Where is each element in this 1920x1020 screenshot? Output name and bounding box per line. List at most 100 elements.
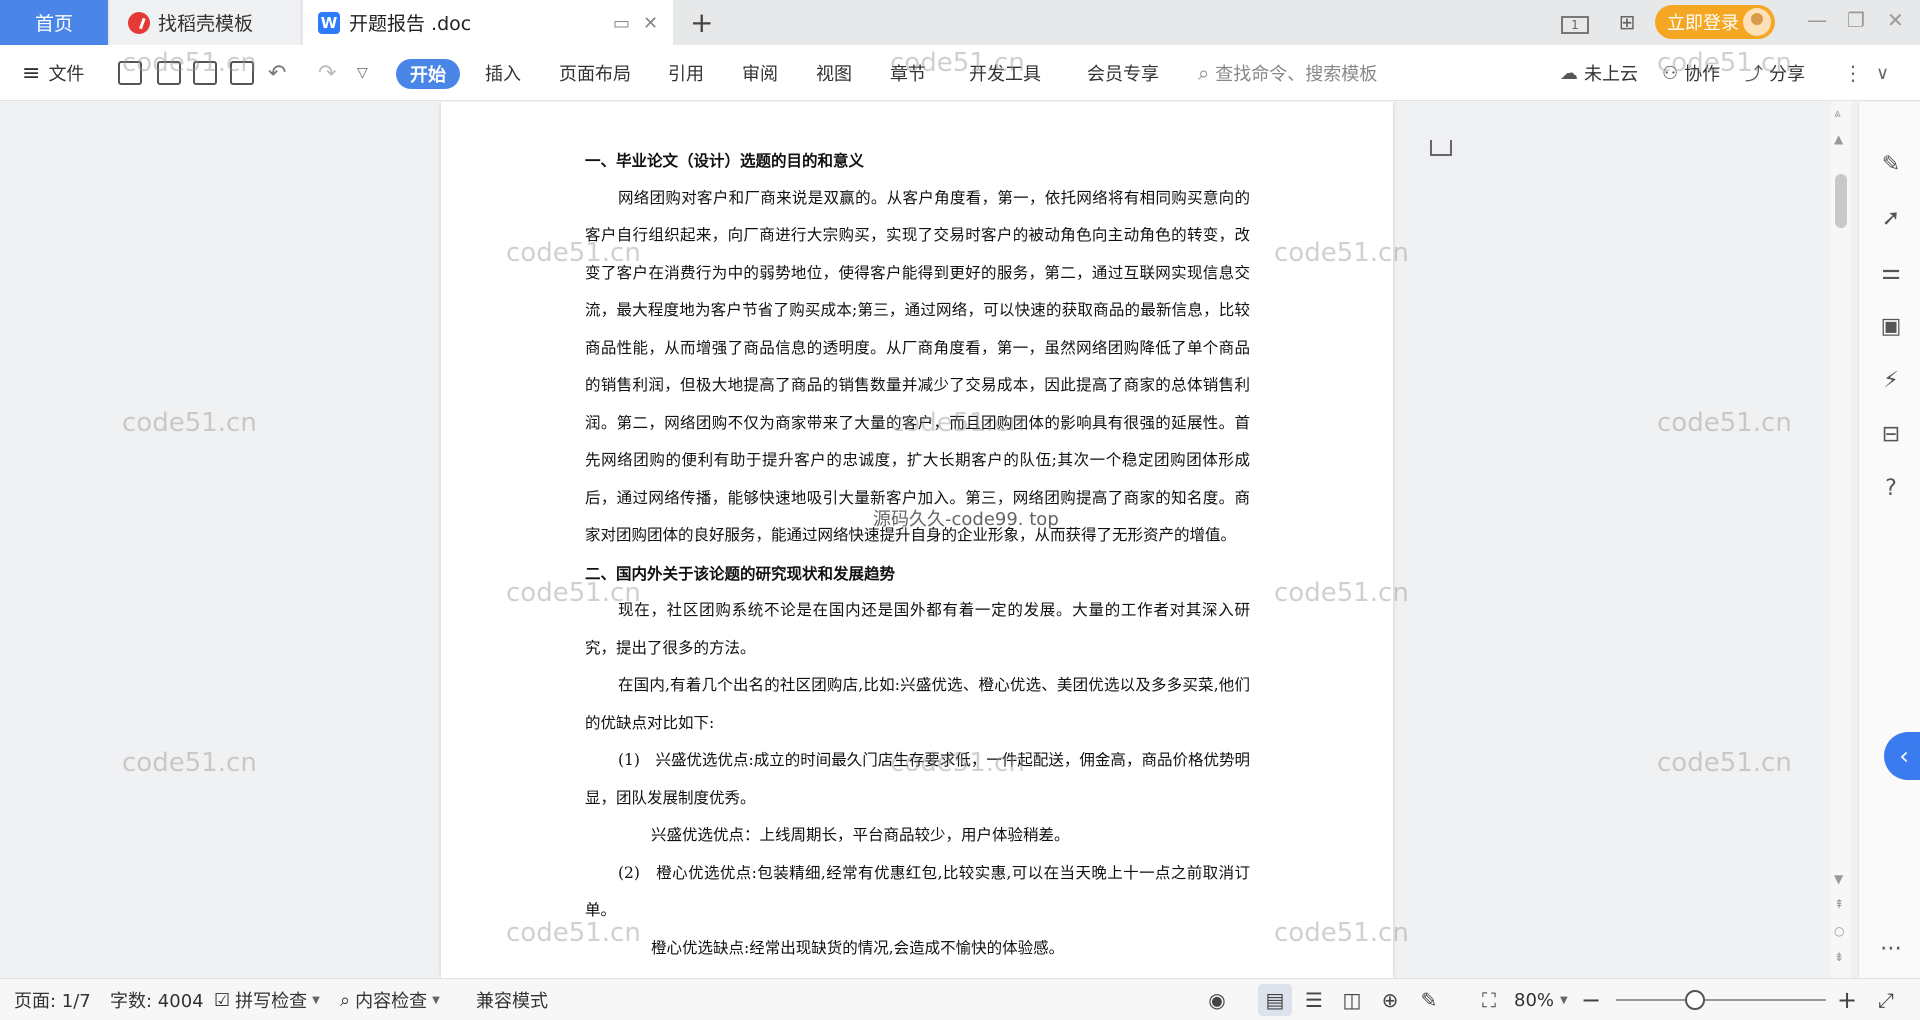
eye-protection-icon[interactable]: ◉ [1206, 989, 1228, 1011]
file-menu[interactable]: ≡ 文件 [22, 45, 84, 101]
scroll-thumb[interactable] [1835, 174, 1847, 228]
chevron-down-icon: ▼ [312, 994, 320, 1006]
collapse-ribbon-icon[interactable]: ∨ [1876, 45, 1889, 101]
ribbon-toolbar: ≡ 文件 ↶ ↷ ▽ 开始 插入 页面布局 引用 审阅 视图 章节 开发工具 会… [0, 45, 1920, 101]
select-pointer-icon[interactable]: ➚ [1878, 206, 1904, 232]
scroll-down-icon[interactable]: ▼ [1834, 872, 1843, 886]
list-item: (1) 兴盛优选优点:成立的时间最久门店生存要求低，一件起配送，佣金高，商品价格… [585, 751, 1250, 807]
zoom-in-icon[interactable]: + [1836, 988, 1858, 1012]
save-icon[interactable] [118, 61, 142, 85]
restore-icon[interactable]: ❐ [1847, 8, 1865, 32]
book-search-icon[interactable]: ⊟ [1878, 422, 1904, 448]
help-icon[interactable]: ? [1878, 476, 1904, 502]
redo-icon[interactable]: ↷ [318, 45, 336, 101]
tab-document-label: 开题报告 .doc [349, 13, 472, 35]
command-search-placeholder: 查找命令、搜索模板 [1215, 64, 1378, 85]
tab-home[interactable]: 首页 [0, 0, 108, 45]
zoom-out-icon[interactable]: − [1580, 988, 1602, 1012]
save-as-icon[interactable] [157, 61, 181, 85]
tab-page-layout[interactable]: 页面布局 [559, 45, 631, 101]
cloud-status[interactable]: ☁ 未上云 [1560, 45, 1638, 101]
paragraph-domestic: 在国内,有着几个出名的社区团购店,比如:兴盛优选、橙心优选、美团优选以及多多买菜… [585, 676, 1250, 732]
tab-document[interactable]: W 开题报告 .doc ▭ ✕ [303, 0, 673, 45]
tab-member[interactable]: 会员专享 [1087, 45, 1159, 101]
tab-chapter[interactable]: 章节 [890, 45, 926, 101]
adjust-sliders-icon[interactable]: ⚌ [1878, 260, 1904, 286]
tab-daoke-templates[interactable]: 找稻壳模板 [110, 0, 300, 45]
zoom-level[interactable]: 80% ▼ [1514, 979, 1568, 1020]
page-view-icon[interactable]: 1 [1560, 10, 1590, 34]
close-window-icon[interactable]: ✕ [1887, 8, 1904, 32]
tab-insert[interactable]: 插入 [485, 45, 521, 101]
content-check-button[interactable]: ⌕ 内容检查 ▼ [340, 979, 440, 1020]
paragraph-research-intro: 现在，社区团购系统不论是在国内还是国外都有着一定的发展。大量的工作者对其深入研究… [585, 601, 1250, 657]
scroll-top-icon[interactable]: ⩓ [1834, 106, 1841, 121]
page-count[interactable]: 页面: 1/7 [14, 979, 91, 1020]
tab-view[interactable]: 视图 [816, 45, 852, 101]
compat-mode: 兼容模式 [476, 991, 548, 1012]
page-filter-icon[interactable] [1418, 128, 1460, 170]
document-page[interactable]: 一、毕业论文（设计）选题的目的和意义 网络团购对客户和厂商来说是双赢的。从客户角… [441, 102, 1393, 978]
outline-view-icon[interactable]: ☰ [1303, 989, 1325, 1011]
undo-icon[interactable]: ↶ [268, 45, 286, 101]
next-page-icon[interactable]: ⇟ [1834, 950, 1844, 964]
user-add-icon: ⚇ [1662, 62, 1679, 84]
paragraph-purpose: 网络团购对客户和厂商来说是双赢的。从客户角度看，第一，依托网络将有相同购买意向的… [585, 188, 1250, 545]
prev-page-icon[interactable]: ⇞ [1834, 897, 1844, 911]
spell-check-button[interactable]: ☑ 拼写检查 ▼ [214, 979, 320, 1020]
document-body[interactable]: 一、毕业论文（设计）选题的目的和意义 网络团购对客户和厂商来说是双赢的。从客户角… [585, 142, 1250, 967]
right-sidebar: ✎ ➚ ⚌ ▣ ⚡ ⊟ ? ⋯ [1858, 102, 1920, 978]
login-label: 立即登录 [1667, 13, 1739, 34]
print-preview-icon[interactable] [230, 61, 254, 85]
tab-references[interactable]: 引用 [668, 45, 704, 101]
vertical-scrollbar[interactable]: ⩓ ▲ ▼ ⇞ ○ ⇟ [1831, 102, 1851, 978]
close-tab-icon[interactable]: ✕ [643, 13, 658, 34]
tab-start[interactable]: 开始 [396, 59, 460, 89]
ai-assistant-icon[interactable]: ⚡ [1878, 368, 1904, 394]
print-icon[interactable] [193, 61, 217, 85]
quick-access-dropdown-icon[interactable]: ▽ [357, 45, 368, 101]
login-button[interactable]: 立即登录 [1655, 5, 1775, 39]
fullscreen-icon[interactable]: ⤢ [1875, 989, 1897, 1011]
more-options-icon[interactable]: ⋯ [1878, 936, 1904, 962]
scroll-up-icon[interactable]: ▲ [1834, 132, 1843, 146]
collaborate-button[interactable]: ⚇ 协作 [1662, 45, 1720, 101]
spell-check-label: 拼写检查 [235, 991, 308, 1012]
word-count[interactable]: 字数: 4004 [110, 979, 204, 1020]
pen-edit-icon[interactable]: ✎ [1878, 152, 1904, 178]
tab-review[interactable]: 审阅 [742, 45, 778, 101]
zoom-slider-handle[interactable] [1685, 990, 1705, 1010]
cloud-label: 未上云 [1584, 64, 1638, 85]
content-check-label: 内容检查 [355, 991, 428, 1012]
wps-writer-icon: W [318, 11, 340, 34]
zoom-label: 80% [1514, 989, 1555, 1011]
title-bar: 首页 找稻壳模板 W 开题报告 .doc ▭ ✕ + 1 ⊞ 立即登录 — ❐ … [0, 0, 1920, 45]
document-workspace: 一、毕业论文（设计）选题的目的和意义 网络团购对客户和厂商来说是双赢的。从客户角… [0, 102, 1920, 978]
page-indicator: 1 [1561, 16, 1589, 34]
write-view-icon[interactable]: ✎ [1418, 989, 1440, 1011]
chevron-down-icon: ▼ [1560, 994, 1568, 1006]
fit-page-icon[interactable]: ⛶ [1478, 989, 1500, 1011]
web-view-icon[interactable]: ⊕ [1379, 989, 1401, 1011]
reading-view-icon[interactable]: ◫ [1341, 989, 1363, 1011]
search-icon: ⌕ [1198, 61, 1210, 85]
command-search[interactable]: ⌕ 查找命令、搜索模板 [1198, 45, 1377, 101]
list-item: 橙心优选缺点:经常出现缺货的情况,会造成不愉快的体验感。 [651, 938, 1065, 957]
minimize-icon[interactable]: — [1807, 8, 1827, 32]
daoke-logo-icon [128, 11, 150, 34]
new-tab-button[interactable]: + [690, 6, 713, 39]
page-view-icon[interactable]: ▤ [1264, 989, 1286, 1011]
image-tools-icon[interactable]: ▣ [1878, 314, 1904, 340]
avatar [1743, 8, 1771, 36]
tab-daoke-label: 找稻壳模板 [158, 13, 254, 35]
share-button[interactable]: ⤴ 分享 [1745, 45, 1805, 101]
hamburger-icon: ≡ [22, 60, 41, 86]
select-browse-icon[interactable]: ○ [1834, 924, 1844, 938]
chevron-down-icon: ▼ [432, 994, 440, 1006]
status-bar: 页面: 1/7 字数: 4004 ☑ 拼写检查 ▼ ⌕ 内容检查 ▼ 兼容模式 … [0, 978, 1920, 1020]
more-icon[interactable]: ⋮ [1843, 45, 1863, 101]
zoom-slider[interactable] [1616, 999, 1826, 1001]
float-window-icon[interactable]: ▭ [613, 13, 630, 34]
grid-apps-icon[interactable]: ⊞ [1612, 10, 1642, 34]
tab-developer[interactable]: 开发工具 [969, 45, 1041, 101]
